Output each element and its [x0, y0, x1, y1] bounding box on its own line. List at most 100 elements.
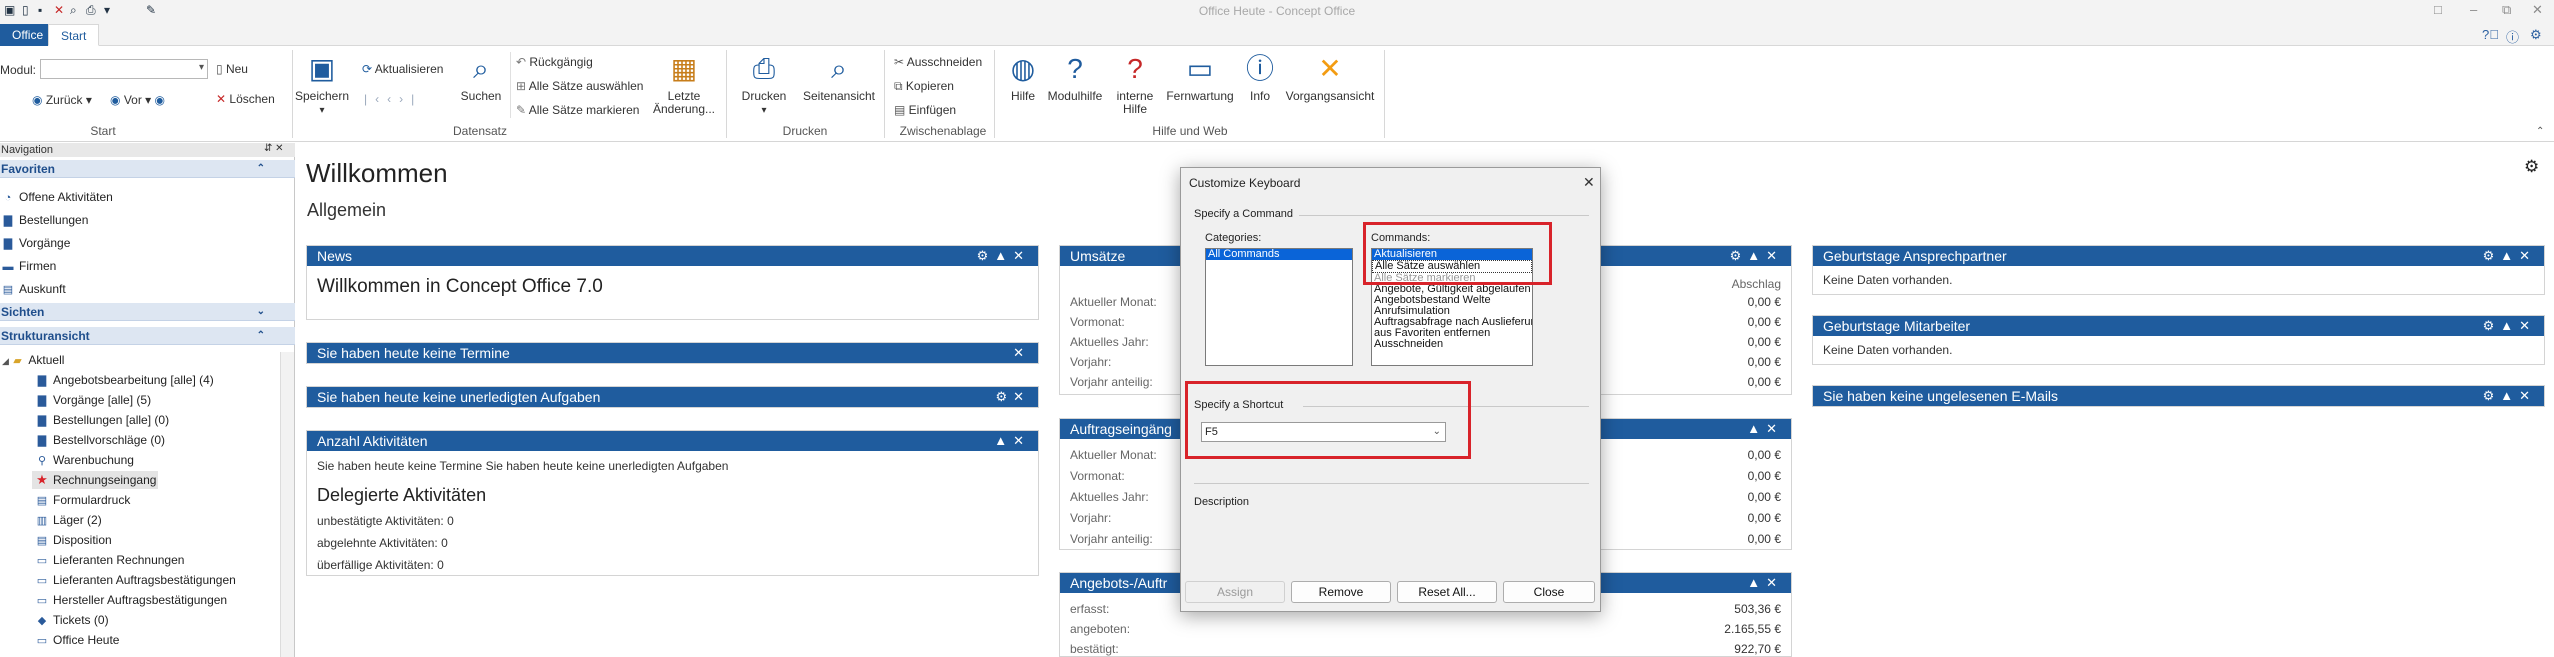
- tree-item[interactable]: ▭ Hersteller Auftragsbestätigungen: [36, 593, 227, 608]
- category-item-selected[interactable]: All Commands: [1206, 249, 1352, 260]
- speichern-button[interactable]: ▣ Speichern ▾: [292, 52, 352, 117]
- loeschen-button[interactable]: ✕ Löschen: [216, 92, 275, 106]
- panel-controls[interactable]: ⚙▲✕: [1730, 246, 1783, 266]
- tree-item[interactable]: ▇ Vorgänge [alle] (5): [36, 393, 151, 408]
- info-small-icon[interactable]: ⓘ: [2506, 27, 2519, 46]
- close-icon[interactable]: ✕: [1583, 174, 1595, 191]
- collapse-ribbon-icon[interactable]: ⌃: [2536, 126, 2544, 137]
- tree-item[interactable]: ▇ Bestellvorschläge (0): [36, 433, 165, 448]
- aktualisieren-button[interactable]: ⟳ Aktualisieren: [362, 62, 443, 76]
- command-item[interactable]: Ausschneiden: [1372, 339, 1532, 350]
- tree-item[interactable]: ★ Rechnungseingang: [36, 473, 156, 488]
- tree-item-label: Läger (2): [53, 513, 102, 527]
- new-file-icon[interactable]: ▯: [22, 3, 29, 17]
- help-icon[interactable]: ?⃝: [2482, 27, 2499, 42]
- dialog-title: Customize Keyboard: [1189, 176, 1301, 190]
- tree-item[interactable]: ▇ Angebotsbearbeitung [alle] (4): [36, 373, 214, 388]
- info-button[interactable]: ⓘ Info: [1238, 52, 1282, 103]
- tree-item[interactable]: ◆ Tickets (0): [36, 613, 109, 628]
- panel-controls[interactable]: ⚙▲✕: [2483, 246, 2536, 266]
- alle-markieren-button[interactable]: ✎ Alle Sätze markieren: [516, 103, 639, 117]
- settings-small-icon[interactable]: ⚙: [2530, 27, 2542, 43]
- navigation-title: Navigation: [1, 144, 53, 156]
- process-icon: ▇: [37, 395, 47, 407]
- preview-icon[interactable]: ⌕: [70, 3, 77, 18]
- delete-icon[interactable]: ✕: [54, 3, 64, 17]
- tab-office[interactable]: Office: [0, 24, 56, 46]
- einfuegen-button[interactable]: ▤ Einfügen: [894, 103, 956, 117]
- section-sichten[interactable]: Sichten ⌄: [0, 303, 295, 321]
- tree-item[interactable]: ▤ Formulardruck: [36, 493, 131, 508]
- panel-title: Sie haben keine ungelesenen E-Mails: [1823, 388, 2059, 404]
- drucken-button[interactable]: ⎙ Drucken ▾: [734, 52, 794, 117]
- reset-all-button[interactable]: Reset All...: [1397, 581, 1497, 603]
- modulhilfe-label: Modulhilfe: [1047, 89, 1103, 103]
- neu-button[interactable]: ▯ Neu: [216, 62, 248, 76]
- hilfe-button[interactable]: ◍ Hilfe: [1000, 52, 1046, 103]
- tree-item[interactable]: ▥ Läger (2): [36, 513, 102, 528]
- modulhilfe-button[interactable]: ? Modulhilfe: [1044, 52, 1106, 103]
- tree-item-label: Vorgänge [alle] (5): [53, 393, 152, 407]
- tree-item-label: Lieferanten Auftragsbestätigungen: [53, 573, 236, 587]
- assign-button[interactable]: Assign: [1185, 581, 1285, 603]
- forward-button[interactable]: ◉ Vor ▾ ◉: [110, 93, 165, 107]
- tree-item[interactable]: ▭ Lieferanten Rechnungen: [36, 553, 185, 568]
- restore-ribbon-button[interactable]: □: [2434, 2, 2442, 17]
- maximize-button[interactable]: ⧉: [2502, 2, 2511, 18]
- pin-close-icons[interactable]: ⇵ ✕: [264, 143, 284, 154]
- modul-label: Modul:: [0, 63, 37, 77]
- save-icon[interactable]: ▪: [38, 3, 42, 17]
- quote-icon: ▇: [37, 375, 47, 387]
- letzte-aenderung-button[interactable]: ▦ Letzte Änderung...: [652, 52, 716, 116]
- minimize-button[interactable]: –: [2470, 2, 2477, 17]
- tree-item[interactable]: ▭ Lieferanten Auftragsbestätigungen: [36, 573, 236, 588]
- edit-icon[interactable]: ✎: [146, 3, 156, 17]
- alle-auswaehlen-button[interactable]: ⊞ Alle Sätze auswählen: [516, 79, 643, 93]
- categories-list[interactable]: All Commands: [1205, 248, 1353, 366]
- section-favoriten[interactable]: Favoriten ⌃: [0, 160, 295, 178]
- highlight-shortcut-box: [1185, 381, 1471, 459]
- tree-folder-aktuell[interactable]: ◢ ▰ Aktuell: [2, 353, 64, 368]
- panel-controls[interactable]: ▲✕: [994, 431, 1030, 451]
- close-window-button[interactable]: ✕: [2532, 2, 2543, 18]
- tree-item[interactable]: ⚲ Warenbuchung: [36, 453, 134, 468]
- fav-item[interactable]: ▇ Bestellungen: [2, 213, 89, 228]
- seitenansicht-button[interactable]: ⌕ Seitenansicht: [800, 52, 878, 103]
- ausschneiden-button[interactable]: ✂ Ausschneiden: [894, 55, 982, 69]
- loeschen-label: Löschen: [229, 92, 275, 106]
- fav-item[interactable]: ▬ Firmen: [2, 259, 57, 274]
- tree-folder-label: Aktuell: [28, 353, 65, 367]
- gear-icon[interactable]: ⚙: [2524, 157, 2539, 177]
- close-icon[interactable]: ✕: [1013, 343, 1030, 363]
- navigation-scrollbar[interactable]: [280, 352, 294, 657]
- back-button[interactable]: ◉ Zurück ▾: [32, 93, 92, 107]
- close-button[interactable]: Close: [1503, 581, 1595, 603]
- fav-item[interactable]: ▇ Vorgänge: [2, 236, 71, 251]
- fav-item[interactable]: ◔ Offene Aktivitäten: [2, 190, 113, 205]
- panel-controls[interactable]: ⚙▲✕: [2483, 316, 2536, 336]
- tab-start[interactable]: Start: [48, 24, 100, 46]
- modul-select[interactable]: ▾: [40, 59, 208, 79]
- vorgangsansicht-button[interactable]: ✕ Vorgangsansicht: [1282, 52, 1378, 103]
- record-navigation-arrows[interactable]: |‹‹›|: [364, 92, 422, 106]
- tree-item[interactable]: ▤ Disposition: [36, 533, 112, 548]
- panel-controls[interactable]: ▲✕: [1747, 573, 1783, 593]
- tree-item[interactable]: ▇ Bestellungen [alle] (0): [36, 413, 169, 428]
- rueckgaengig-button[interactable]: ↶ Rückgängig: [516, 55, 593, 69]
- panel-controls[interactable]: ▲✕: [1747, 419, 1783, 439]
- fav-item[interactable]: ▤ Auskunft: [2, 282, 66, 297]
- interne-hilfe-button[interactable]: ? interne Hilfe: [1108, 52, 1162, 116]
- section-strukturansicht[interactable]: Strukturansicht ⌃: [0, 327, 295, 345]
- delete-x-icon: ✕: [216, 92, 230, 106]
- fernwartung-button[interactable]: ▭ Fernwartung: [1164, 52, 1236, 103]
- remove-button[interactable]: Remove: [1291, 581, 1391, 603]
- suchen-button[interactable]: ⌕ Suchen: [456, 52, 506, 103]
- panel-controls[interactable]: ⚙▲✕: [977, 246, 1030, 266]
- tree-item[interactable]: ▭ Office Heute: [36, 633, 120, 648]
- amount-label: Vormonat:: [1070, 315, 1125, 329]
- panel-controls[interactable]: ⚙▲✕: [2483, 386, 2536, 406]
- kopieren-button[interactable]: ⧉ Kopieren: [894, 79, 954, 94]
- print-icon[interactable]: ⎙: [86, 3, 96, 18]
- panel-controls[interactable]: ⚙✕: [995, 387, 1030, 407]
- quick-access-dropdown-icon[interactable]: ▾: [104, 3, 110, 17]
